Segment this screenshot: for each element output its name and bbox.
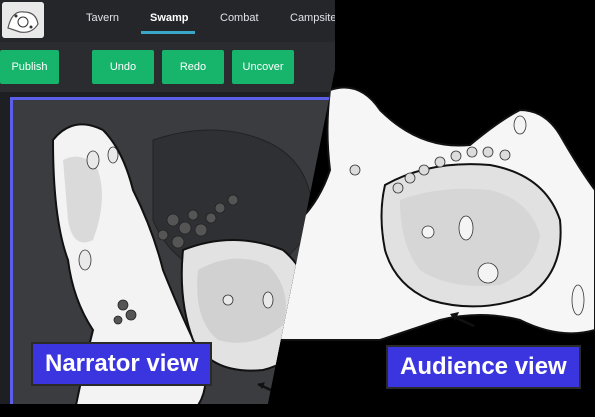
active-tab-indicator	[141, 31, 195, 34]
tab-combat[interactable]: Combat	[220, 12, 259, 24]
tab-campsite[interactable]: Campsite	[290, 12, 335, 24]
tab-swamp[interactable]: Swamp	[150, 12, 189, 24]
tab-tavern[interactable]: Tavern	[86, 12, 119, 24]
audience-view-label: Audience view	[386, 345, 581, 389]
uncover-button[interactable]: Uncover	[232, 50, 294, 84]
narrator-view-label: Narrator view	[31, 342, 213, 386]
undo-button[interactable]: Undo	[92, 50, 154, 84]
top-navigation: Tavern Swamp Combat Campsite	[0, 0, 335, 42]
redo-button[interactable]: Redo	[162, 50, 224, 84]
publish-button[interactable]: Publish	[0, 50, 59, 84]
app-logo-icon[interactable]	[2, 2, 44, 38]
